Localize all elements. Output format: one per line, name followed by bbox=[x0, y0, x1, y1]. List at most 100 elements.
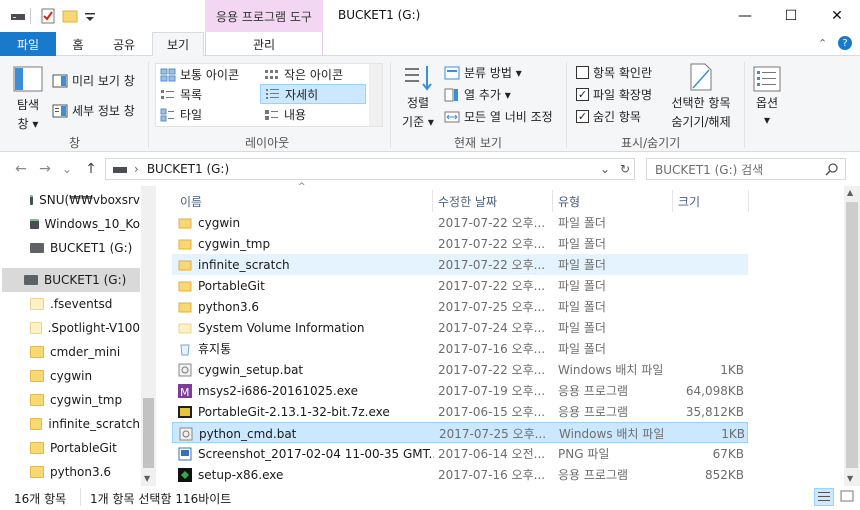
table-row[interactable]: 휴지통 2017-07-16 오후... 파일 폴더 bbox=[172, 338, 748, 359]
table-row[interactable]: cygwin_setup.bat 2017-07-22 오후... Windows … bbox=[172, 359, 748, 380]
file-extensions-toggle[interactable]: ✓ 파일 확장명 bbox=[576, 86, 652, 103]
group-by-button[interactable]: 분류 방법 ▾ bbox=[444, 64, 522, 81]
navigation-pane-button[interactable]: 탐색 창 ▾ bbox=[12, 66, 44, 132]
layout-tiles-label: 타일 bbox=[180, 108, 203, 122]
file-size: 1KB bbox=[721, 426, 745, 441]
file-extensions-checkbox[interactable]: ✓ bbox=[576, 88, 589, 101]
table-row[interactable]: System Volume Information 2017-07-24 오후..… bbox=[172, 317, 748, 338]
address-bar[interactable]: › BUCKET1 (G:) ⌄ ↻ bbox=[105, 158, 635, 180]
layout-small-icons-label: 작은 아이콘 bbox=[284, 68, 344, 82]
tab-view[interactable]: 보기 bbox=[152, 32, 204, 57]
item-checkboxes-toggle[interactable]: 항목 확인란 bbox=[576, 64, 652, 81]
layout-details[interactable]: 자세히 bbox=[260, 84, 366, 104]
sidebar-item[interactable]: BUCKET1 (G:) bbox=[2, 268, 140, 292]
forward-button[interactable]: → bbox=[36, 160, 54, 178]
tab-file[interactable]: 파일 bbox=[0, 32, 56, 56]
breadcrumb-separator[interactable]: › bbox=[134, 162, 139, 176]
breadcrumb-current[interactable]: BUCKET1 (G:) bbox=[147, 162, 229, 176]
hidden-items-checkbox[interactable]: ✓ bbox=[576, 110, 589, 123]
sort-by-button[interactable]: 정렬 기준 ▾ bbox=[400, 64, 436, 130]
maximize-button[interactable]: ☐ bbox=[768, 0, 814, 32]
sidebar-item[interactable]: PortableGit bbox=[0, 436, 140, 460]
sidebar-item[interactable]: Windows_10_Ko bbox=[0, 212, 140, 236]
tab-share[interactable]: 공유 bbox=[104, 32, 144, 56]
hide-selected-label: 선택한 항목 bbox=[671, 96, 731, 110]
sidebar-item[interactable]: python3.6 bbox=[0, 460, 140, 484]
help-icon[interactable]: ? bbox=[838, 36, 852, 50]
table-row[interactable]: infinite_scratch 2017-07-22 오후... 파일 폴더 bbox=[172, 254, 748, 275]
large-icons-view-toggle[interactable] bbox=[838, 488, 856, 506]
close-button[interactable]: ✕ bbox=[814, 0, 860, 32]
layout-gallery-scrollbar[interactable] bbox=[369, 64, 382, 126]
layout-content[interactable]: 내용 bbox=[264, 106, 306, 123]
drive-icon bbox=[24, 275, 38, 285]
add-columns-button[interactable]: 열 추가 ▾ bbox=[444, 86, 511, 103]
customize-toolbar-icon[interactable] bbox=[84, 8, 100, 24]
column-header-size[interactable]: 크기 bbox=[678, 192, 700, 210]
scroll-up-icon[interactable]: ▲ bbox=[847, 188, 853, 197]
file-list-scroll-thumb[interactable] bbox=[846, 202, 858, 468]
sidebar-item[interactable]: .Spotlight-V100 bbox=[0, 316, 140, 340]
new-folder-icon[interactable] bbox=[62, 8, 78, 24]
drive-icon[interactable] bbox=[10, 8, 26, 24]
navigation-pane-scroll-thumb[interactable] bbox=[143, 398, 154, 468]
file-type: PNG 파일 bbox=[558, 447, 610, 461]
table-row[interactable]: python3.6 2017-07-25 오후... 파일 폴더 bbox=[172, 296, 748, 317]
search-input[interactable]: BUCKET1 (G:) 검색 bbox=[646, 158, 846, 180]
details-view-toggle[interactable] bbox=[814, 488, 834, 506]
hide-selected-items-button[interactable]: 선택한 항목 숨기기/해제 bbox=[666, 62, 736, 130]
item-checkboxes-checkbox[interactable] bbox=[576, 66, 589, 79]
scroll-down-icon[interactable]: ▼ bbox=[144, 474, 150, 483]
table-row[interactable]: PortableGit 2017-07-22 오후... 파일 폴더 bbox=[172, 275, 748, 296]
sidebar-item[interactable]: infinite_scratch bbox=[0, 412, 140, 436]
sidebar-item[interactable]: SNU(₩₩vboxsrv bbox=[0, 188, 140, 212]
file-size: 67KB bbox=[712, 446, 744, 461]
column-header-type[interactable]: 유형 bbox=[558, 192, 580, 210]
window-title: BUCKET1 (G:) bbox=[338, 8, 421, 22]
properties-icon[interactable] bbox=[40, 8, 56, 24]
image-file-icon bbox=[178, 447, 192, 461]
tab-home[interactable]: 홈 bbox=[60, 32, 96, 56]
table-row[interactable]: Screenshot_2017-02-04 11-00-35 GMT... 201… bbox=[172, 443, 748, 464]
title-bar: 응용 프로그램 도구 BUCKET1 (G:) — ☐ ✕ bbox=[0, 0, 860, 32]
layout-list[interactable]: 목록 bbox=[160, 86, 202, 103]
tab-manage[interactable]: 관리 bbox=[205, 32, 323, 56]
options-button[interactable]: 옵션 ▾ bbox=[752, 66, 782, 127]
status-bar: 16개 항목 1개 항목 선택함 116바이트 bbox=[0, 486, 860, 510]
sidebar-item[interactable]: cygwin_tmp bbox=[0, 388, 140, 412]
layout-small-icons[interactable]: 작은 아이콘 bbox=[264, 66, 343, 83]
sidebar-item[interactable]: cmder_mini bbox=[0, 340, 140, 364]
up-button[interactable]: ↑ bbox=[82, 160, 100, 178]
file-type: 응용 프로그램 bbox=[558, 384, 629, 398]
table-row[interactable]: Mmsys2-i686-20161025.exe 2017-07-19 오후...… bbox=[172, 380, 748, 401]
sidebar-item-label: .Spotlight-V100 bbox=[47, 321, 140, 335]
refresh-icon[interactable]: ↻ bbox=[620, 162, 630, 176]
layout-large-icons[interactable]: 보통 아이콘 bbox=[160, 66, 239, 83]
column-header-name[interactable]: 이름 bbox=[180, 192, 202, 210]
back-button[interactable]: ← bbox=[12, 160, 30, 178]
minimize-button[interactable]: — bbox=[722, 0, 768, 32]
address-dropdown-icon[interactable]: ⌄ bbox=[600, 162, 610, 176]
file-name-cell: setup-x86.exe bbox=[178, 464, 434, 485]
sidebar-item[interactable]: cygwin bbox=[0, 364, 140, 388]
sidebar-item-label: python3.6 bbox=[50, 465, 112, 479]
table-row[interactable]: cygwin 2017-07-22 오후... 파일 폴더 bbox=[172, 212, 748, 233]
table-row[interactable]: python_cmd.bat 2017-07-25 오후... Windows 배치… bbox=[172, 422, 748, 443]
table-row[interactable]: cygwin_tmp 2017-07-22 오후... 파일 폴더 bbox=[172, 233, 748, 254]
table-row[interactable]: PortableGit-2.13.1-32-bit.7z.exe 2017-06-… bbox=[172, 401, 748, 422]
table-row[interactable]: setup-x86.exe 2017-07-16 오후... 응용 프로그램 852K… bbox=[172, 464, 748, 485]
sidebar-item-label: cmder_mini bbox=[50, 345, 121, 359]
column-header-date[interactable]: 수정한 날짜 bbox=[438, 192, 497, 210]
preview-pane-button[interactable]: 미리 보기 창 bbox=[52, 72, 135, 89]
file-name-cell: Screenshot_2017-02-04 11-00-35 GMT... bbox=[178, 443, 434, 464]
size-all-columns-button[interactable]: 모든 열 너비 조정 bbox=[444, 108, 553, 125]
layout-tiles[interactable]: 타일 bbox=[160, 106, 202, 123]
recent-locations-button[interactable]: ⌄ bbox=[58, 160, 76, 178]
scroll-down-icon[interactable]: ▼ bbox=[847, 474, 853, 483]
hidden-items-toggle[interactable]: ✓ 숨긴 항목 bbox=[576, 108, 641, 125]
details-pane-button[interactable]: 세부 정보 창 bbox=[52, 102, 135, 119]
sidebar-item-label: cygwin bbox=[50, 369, 93, 383]
collapse-ribbon-icon[interactable]: ⌃ bbox=[818, 37, 827, 50]
sidebar-item[interactable]: .fseventsd bbox=[0, 292, 140, 316]
sidebar-item[interactable]: BUCKET1 (G:) bbox=[0, 236, 140, 260]
